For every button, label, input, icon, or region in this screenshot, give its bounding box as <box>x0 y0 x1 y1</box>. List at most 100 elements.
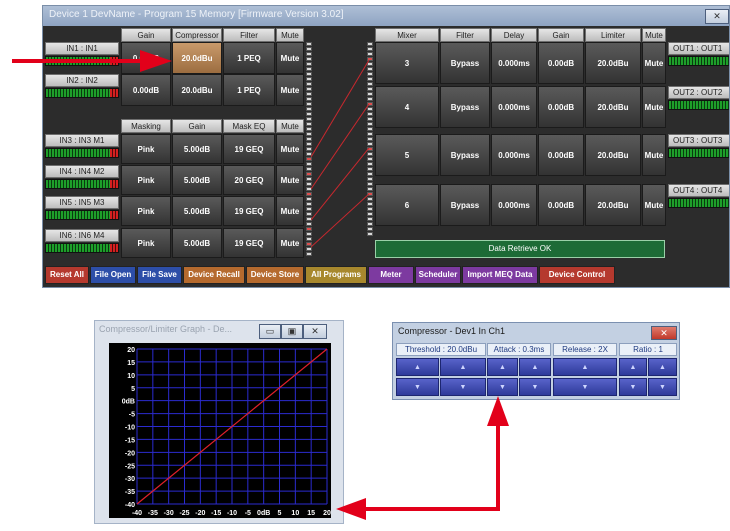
input-masking-6[interactable]: Pink <box>121 228 171 258</box>
attack-up-fine-button[interactable]: ▲ <box>519 358 551 376</box>
output-filter-3[interactable]: Bypass <box>440 134 490 176</box>
output-limiter-2[interactable]: 20.0dBu <box>585 86 641 128</box>
maximize-button[interactable]: ▣ <box>281 324 303 339</box>
annotation-arrow-to-graph-head <box>336 498 366 520</box>
y-tick-label: 10 <box>127 373 135 380</box>
input-mask-gain-4[interactable]: 5.00dB <box>172 165 222 195</box>
import-meq-data-button[interactable]: Import MEQ Data <box>462 266 538 284</box>
device-store-button[interactable]: Device Store <box>246 266 304 284</box>
file-save-button[interactable]: File Save <box>137 266 182 284</box>
input-masking-3[interactable]: Pink <box>121 134 171 164</box>
output-filter-4[interactable]: Bypass <box>440 184 490 226</box>
output-gain-1[interactable]: 0.00dB <box>538 42 584 84</box>
x-tick-label: -5 <box>245 510 251 517</box>
y-tick-label: -5 <box>129 412 135 419</box>
input-masking-5[interactable]: Pink <box>121 196 171 226</box>
output-delay-2[interactable]: 0.000ms <box>491 86 537 128</box>
output-mixer-3[interactable]: 5 <box>375 134 439 176</box>
compressor-close-button[interactable]: ✕ <box>651 326 677 340</box>
attack-up-coarse-button[interactable]: ▲ <box>487 358 518 376</box>
input-mask-gain-3[interactable]: 5.00dB <box>172 134 222 164</box>
y-tick-label: 20 <box>127 347 135 354</box>
ratio-up-coarse-button[interactable]: ▲ <box>619 358 647 376</box>
minimize-button[interactable]: ▭ <box>259 324 281 339</box>
attack-down-coarse-button[interactable]: ▼ <box>487 378 518 396</box>
release-up-button[interactable]: ▲ <box>553 358 617 376</box>
output-limiter-3[interactable]: 20.0dBu <box>585 134 641 176</box>
output-label-1: OUT1 : OUT1 <box>668 42 729 55</box>
output-limiter-4[interactable]: 20.0dBu <box>585 184 641 226</box>
ratio-down-coarse-button[interactable]: ▼ <box>619 378 647 396</box>
scheduler-button[interactable]: Scheduler <box>415 266 461 284</box>
y-tick-label: -15 <box>125 437 135 444</box>
status-bar: Data Retrieve OK <box>375 240 665 258</box>
input-mute-4[interactable]: Mute <box>276 165 304 195</box>
output-mute-4[interactable]: Mute <box>642 184 666 226</box>
output-mute-1[interactable]: Mute <box>642 42 666 84</box>
y-tick-label: -30 <box>125 476 135 483</box>
x-tick-label: -30 <box>164 510 174 517</box>
input-mask-eq-5[interactable]: 19 GEQ <box>223 196 275 226</box>
input-mask-gain-5[interactable]: 5.00dB <box>172 196 222 226</box>
input-mute-3[interactable]: Mute <box>276 134 304 164</box>
input-mask-eq-3[interactable]: 19 GEQ <box>223 134 275 164</box>
threshold-down-fine-button[interactable]: ▼ <box>440 378 486 396</box>
header-gain: Gain <box>121 28 171 42</box>
input-mask-eq-4[interactable]: 20 GEQ <box>223 165 275 195</box>
input-masking-4[interactable]: Pink <box>121 165 171 195</box>
y-tick-label: -35 <box>125 489 135 496</box>
input-filter-1[interactable]: 1 PEQ <box>223 42 275 74</box>
compressor-graph-window: Compressor/Limiter Graph - De... ▭ ▣ ✕ 2… <box>94 320 344 524</box>
input-gain-2[interactable]: 0.00dB <box>121 74 171 106</box>
output-gain-2[interactable]: 0.00dB <box>538 86 584 128</box>
release-label: Release : 2X <box>553 343 617 356</box>
output-mute-3[interactable]: Mute <box>642 134 666 176</box>
threshold-up-fine-button[interactable]: ▲ <box>440 358 486 376</box>
threshold-up-coarse-button[interactable]: ▲ <box>396 358 439 376</box>
input-label-2: IN2 : IN2 <box>45 74 119 87</box>
meter-button[interactable]: Meter <box>368 266 414 284</box>
header-limiter: Limiter <box>585 28 641 42</box>
output-delay-1[interactable]: 0.000ms <box>491 42 537 84</box>
input-mute-2[interactable]: Mute <box>276 74 304 106</box>
input-mute-1[interactable]: Mute <box>276 42 304 74</box>
file-open-button[interactable]: File Open <box>90 266 136 284</box>
input-meter-3 <box>45 148 119 158</box>
threshold-down-coarse-button[interactable]: ▼ <box>396 378 439 396</box>
output-delay-3[interactable]: 0.000ms <box>491 134 537 176</box>
input-filter-2[interactable]: 1 PEQ <box>223 74 275 106</box>
output-mixer-2[interactable]: 4 <box>375 86 439 128</box>
output-filter-2[interactable]: Bypass <box>440 86 490 128</box>
output-mixer-4[interactable]: 6 <box>375 184 439 226</box>
output-mixer-1[interactable]: 3 <box>375 42 439 84</box>
input-label-4: IN4 : IN4 M2 <box>45 165 119 178</box>
device-recall-button[interactable]: Device Recall <box>183 266 245 284</box>
ratio-up-fine-button[interactable]: ▲ <box>648 358 677 376</box>
device-control-button[interactable]: Device Control <box>539 266 615 284</box>
all-programs-button[interactable]: All Programs <box>305 266 367 284</box>
close-button[interactable]: ✕ <box>705 9 729 24</box>
input-mask-gain-6[interactable]: 5.00dB <box>172 228 222 258</box>
input-mute-6[interactable]: Mute <box>276 228 304 258</box>
output-mute-2[interactable]: Mute <box>642 86 666 128</box>
input-compressor-1[interactable]: 20.0dBu <box>172 42 222 74</box>
output-limiter-1[interactable]: 20.0dBu <box>585 42 641 84</box>
header-mask-eq: Mask EQ <box>223 119 275 133</box>
output-gain-4[interactable]: 0.00dB <box>538 184 584 226</box>
attack-down-fine-button[interactable]: ▼ <box>519 378 551 396</box>
input-label-1: IN1 : IN1 <box>45 42 119 55</box>
main-window: Device 1 DevName - Program 15 Memory [Fi… <box>42 5 730 288</box>
ratio-down-fine-button[interactable]: ▼ <box>648 378 677 396</box>
input-meter-5 <box>45 210 119 220</box>
x-tick-label: -35 <box>148 510 158 517</box>
reset-all-button[interactable]: Reset All <box>45 266 89 284</box>
output-gain-3[interactable]: 0.00dB <box>538 134 584 176</box>
input-mute-5[interactable]: Mute <box>276 196 304 226</box>
output-delay-4[interactable]: 0.000ms <box>491 184 537 226</box>
release-down-button[interactable]: ▼ <box>553 378 617 396</box>
output-filter-1[interactable]: Bypass <box>440 42 490 84</box>
input-mask-eq-6[interactable]: 19 GEQ <box>223 228 275 258</box>
input-compressor-2[interactable]: 20.0dBu <box>172 74 222 106</box>
graph-close-button[interactable]: ✕ <box>303 324 327 339</box>
routing-lines <box>311 59 369 248</box>
